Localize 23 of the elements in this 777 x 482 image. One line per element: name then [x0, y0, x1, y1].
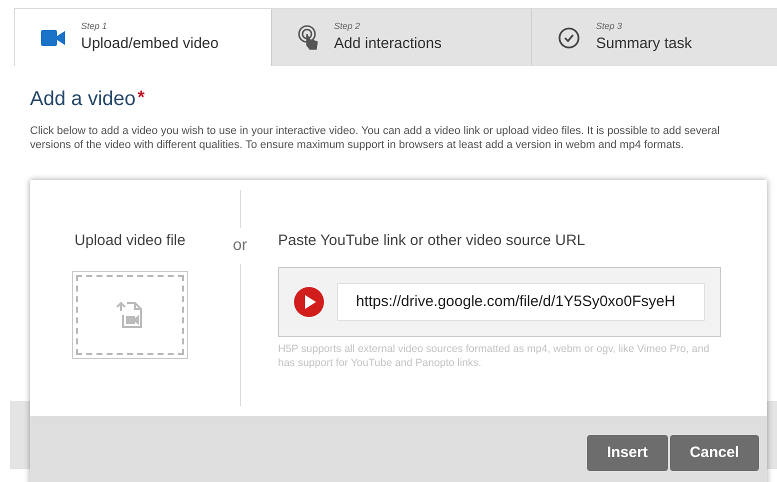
section-title: Add a video	[30, 87, 136, 112]
or-separator: or	[232, 236, 248, 256]
upload-dropzone[interactable]	[72, 270, 188, 358]
url-label: Paste YouTube link or other video source URL	[278, 231, 586, 251]
dialog-button[interactable]: Cancel	[670, 435, 759, 471]
step-tab[interactable]: Step 2 Add interactions	[271, 9, 531, 66]
step-tab[interactable]: Step 3 Summary task	[531, 9, 777, 66]
play-icon	[293, 286, 325, 318]
video-camera-icon	[41, 30, 65, 46]
step-label: Summary task	[596, 34, 692, 54]
required-marker: *	[138, 86, 145, 109]
step-number: Step 2	[334, 20, 362, 33]
step-label: Add interactions	[334, 34, 442, 54]
description-text: Click below to add a video you wish to use in your interactive video. You can add a video link or upload video files. It is possible to add several versions of the video with different qualities. To ensure maximum support in browsers at least add a version in webm and mp4 formats.	[30, 124, 721, 152]
step-label: Upload/embed video	[81, 34, 219, 54]
dialog-button[interactable]: Insert	[586, 435, 668, 471]
touch-icon	[298, 24, 318, 50]
step-number: Step 1	[81, 20, 108, 33]
hint-text: H5P supports all external video sources formatted as mp4, webm or ogv, like Vimeo Pro, and has support for YouTube and Panopto links.	[278, 342, 710, 370]
check-circle-icon	[558, 26, 580, 48]
step-number: Step 3	[596, 20, 624, 33]
upload-label: Upload video file	[74, 231, 186, 251]
url-input[interactable]: https://drive.google.com/file/d/1Y5Sy0xo0FsyeH	[337, 282, 705, 320]
